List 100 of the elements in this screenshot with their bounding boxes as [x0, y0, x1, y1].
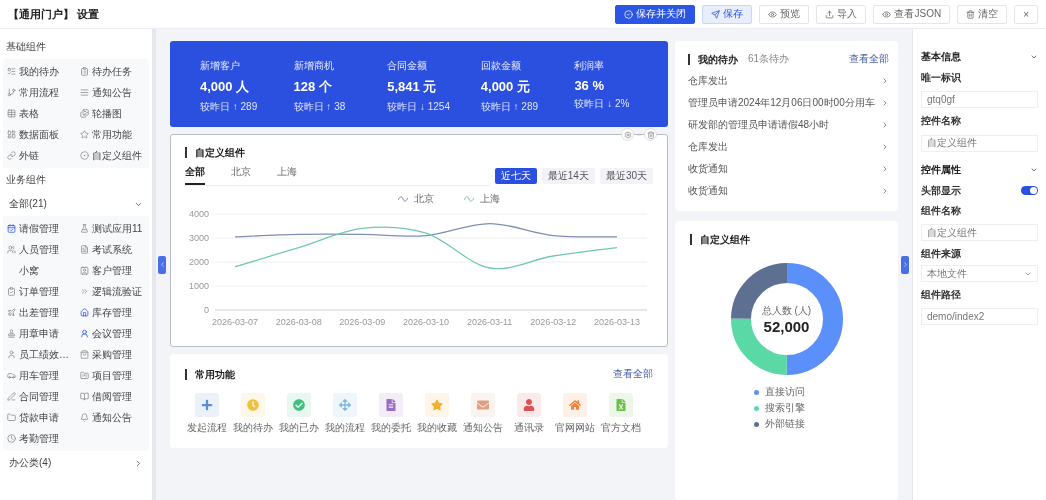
- input-field[interactable]: 自定义组件: [921, 134, 1038, 152]
- component-item[interactable]: 请假管理: [3, 218, 76, 239]
- component-item[interactable]: 客户管理: [76, 260, 149, 281]
- component-item[interactable]: 常用流程: [3, 82, 76, 103]
- component-item[interactable]: 待办任务: [76, 61, 149, 82]
- component-item[interactable]: 采购管理: [76, 344, 149, 365]
- component-item[interactable]: 会议管理: [76, 323, 149, 344]
- component-item[interactable]: 人员管理: [3, 239, 76, 260]
- view-all-link[interactable]: 查看全部: [849, 52, 889, 66]
- toolbar-button[interactable]: 保存: [702, 4, 753, 24]
- stat-value: 5,841 元: [387, 78, 438, 96]
- component-item[interactable]: 小窝: [3, 260, 76, 281]
- toggle-switch[interactable]: [1021, 186, 1038, 195]
- field-label: 唯一标识: [921, 71, 962, 85]
- shortcut-label: 我的收藏: [417, 421, 457, 435]
- component-item[interactable]: 外链: [3, 145, 76, 166]
- shortcut-tile[interactable]: [195, 393, 219, 417]
- todo-item[interactable]: 仓库发出: [688, 136, 889, 158]
- component-item[interactable]: 表格: [3, 103, 76, 124]
- tab[interactable]: 上海: [277, 165, 297, 185]
- component-item[interactable]: 考试系统: [76, 239, 149, 260]
- axis-label: 2026-03-11: [467, 317, 513, 327]
- component-item[interactable]: 常用功能: [76, 124, 149, 145]
- input-field[interactable]: gtq0gf: [921, 91, 1038, 108]
- plane-icon: [7, 308, 16, 317]
- axis-label: 2000: [188, 257, 209, 267]
- shortcut-tile[interactable]: [609, 393, 633, 417]
- range-button[interactable]: 最近30天: [599, 168, 653, 184]
- toolbar-button[interactable]: 清空: [957, 4, 1008, 24]
- axis-label: 1000: [188, 281, 209, 291]
- section-toggle[interactable]: 基本信息: [921, 49, 1038, 65]
- component-item[interactable]: 借阅管理: [76, 386, 149, 407]
- input-field[interactable]: 自定义组件: [921, 224, 1038, 241]
- delete-button[interactable]: [644, 128, 657, 141]
- collapse-handle[interactable]: [901, 255, 909, 274]
- calendar-icon: [7, 224, 16, 233]
- section-toggle[interactable]: 控件属性: [921, 161, 1038, 178]
- chevron-right-icon: [881, 99, 889, 107]
- stat-label: 新增客户: [200, 59, 241, 73]
- range-button[interactable]: 近七天: [494, 168, 537, 184]
- component-item[interactable]: 考勤管理: [3, 428, 76, 449]
- todo-item[interactable]: 收货通知: [688, 180, 889, 202]
- component-item[interactable]: 库存管理: [76, 302, 149, 323]
- group-toggle[interactable]: 办公类(4): [3, 451, 149, 475]
- component-item[interactable]: 轮播图: [76, 103, 149, 124]
- component-item[interactable]: 测试应用11: [76, 218, 149, 239]
- component-item[interactable]: 自定义组件: [76, 145, 149, 166]
- tab[interactable]: 北京: [231, 165, 251, 185]
- shortcut-tile[interactable]: [471, 393, 495, 417]
- pen-icon: [7, 392, 16, 401]
- component-item[interactable]: 订单管理: [3, 281, 76, 302]
- input-field[interactable]: demo/index2: [921, 308, 1038, 325]
- stat-label: 新增商机: [293, 59, 335, 73]
- component-item[interactable]: 逻辑流验证: [76, 281, 149, 302]
- donut-value: 52,000: [763, 317, 810, 335]
- shortcut-tile[interactable]: [287, 393, 311, 417]
- component-item[interactable]: 员工绩效…: [3, 344, 76, 365]
- component-item[interactable]: 通知公告: [76, 407, 149, 428]
- car-icon: [7, 371, 16, 380]
- todo-item[interactable]: 收货通知: [688, 158, 889, 180]
- component-item[interactable]: 贷款申请: [3, 407, 76, 428]
- component-item[interactable]: 用章申请: [3, 323, 76, 344]
- toolbar-button[interactable]: 查看JSON: [873, 4, 951, 24]
- chevron-right-icon: [881, 143, 889, 151]
- todo-item[interactable]: 仓库发出: [688, 70, 889, 92]
- shortcut-tile[interactable]: [517, 393, 541, 417]
- clipboard-icon: [7, 287, 16, 296]
- todo-item[interactable]: 管理员申请2024年12月06日00时00分用车: [688, 92, 889, 114]
- group-toggle[interactable]: 全部(21): [3, 192, 149, 216]
- shortcut-tile[interactable]: [241, 393, 265, 417]
- select-field[interactable]: 本地文件: [921, 265, 1038, 282]
- component-item[interactable]: 用车管理: [3, 365, 76, 386]
- collapse-handle[interactable]: [158, 255, 166, 274]
- close-button[interactable]: ×: [1014, 4, 1038, 24]
- component-item[interactable]: 通知公告: [76, 82, 149, 103]
- shortcut-tile[interactable]: [563, 393, 587, 417]
- settings-button[interactable]: [621, 128, 634, 141]
- component-item[interactable]: 我的待办: [3, 61, 76, 82]
- view-all-link[interactable]: 查看全部: [613, 367, 653, 381]
- chevron-right-icon: [881, 187, 889, 195]
- toolbar-button[interactable]: 导入: [816, 4, 867, 24]
- range-button[interactable]: 最近14天: [541, 168, 595, 184]
- component-item[interactable]: 合同管理: [3, 386, 76, 407]
- clipboard-icon: [80, 67, 89, 76]
- shortcut-label: 我的已办: [279, 421, 319, 435]
- card-title: 自定义组件: [185, 147, 653, 158]
- field-label: 控件名称: [921, 114, 962, 128]
- todo-item[interactable]: 研发部的管理员申请请假48小时: [688, 114, 889, 136]
- tab[interactable]: 全部: [185, 165, 205, 185]
- shortcut-tile[interactable]: [379, 393, 403, 417]
- component-item[interactable]: 项目管理: [76, 365, 149, 386]
- component-item[interactable]: 数据面板: [3, 124, 76, 145]
- person-icon: [80, 329, 89, 338]
- shortcut-tile[interactable]: [425, 393, 449, 417]
- link-icon: [7, 151, 16, 160]
- stat-label: 回款金额: [480, 59, 522, 73]
- toolbar-button[interactable]: 预览: [759, 4, 810, 24]
- component-item[interactable]: 出差管理: [3, 302, 76, 323]
- toolbar-button[interactable]: 保存并关闭: [615, 4, 696, 24]
- shortcut-tile[interactable]: [333, 393, 357, 417]
